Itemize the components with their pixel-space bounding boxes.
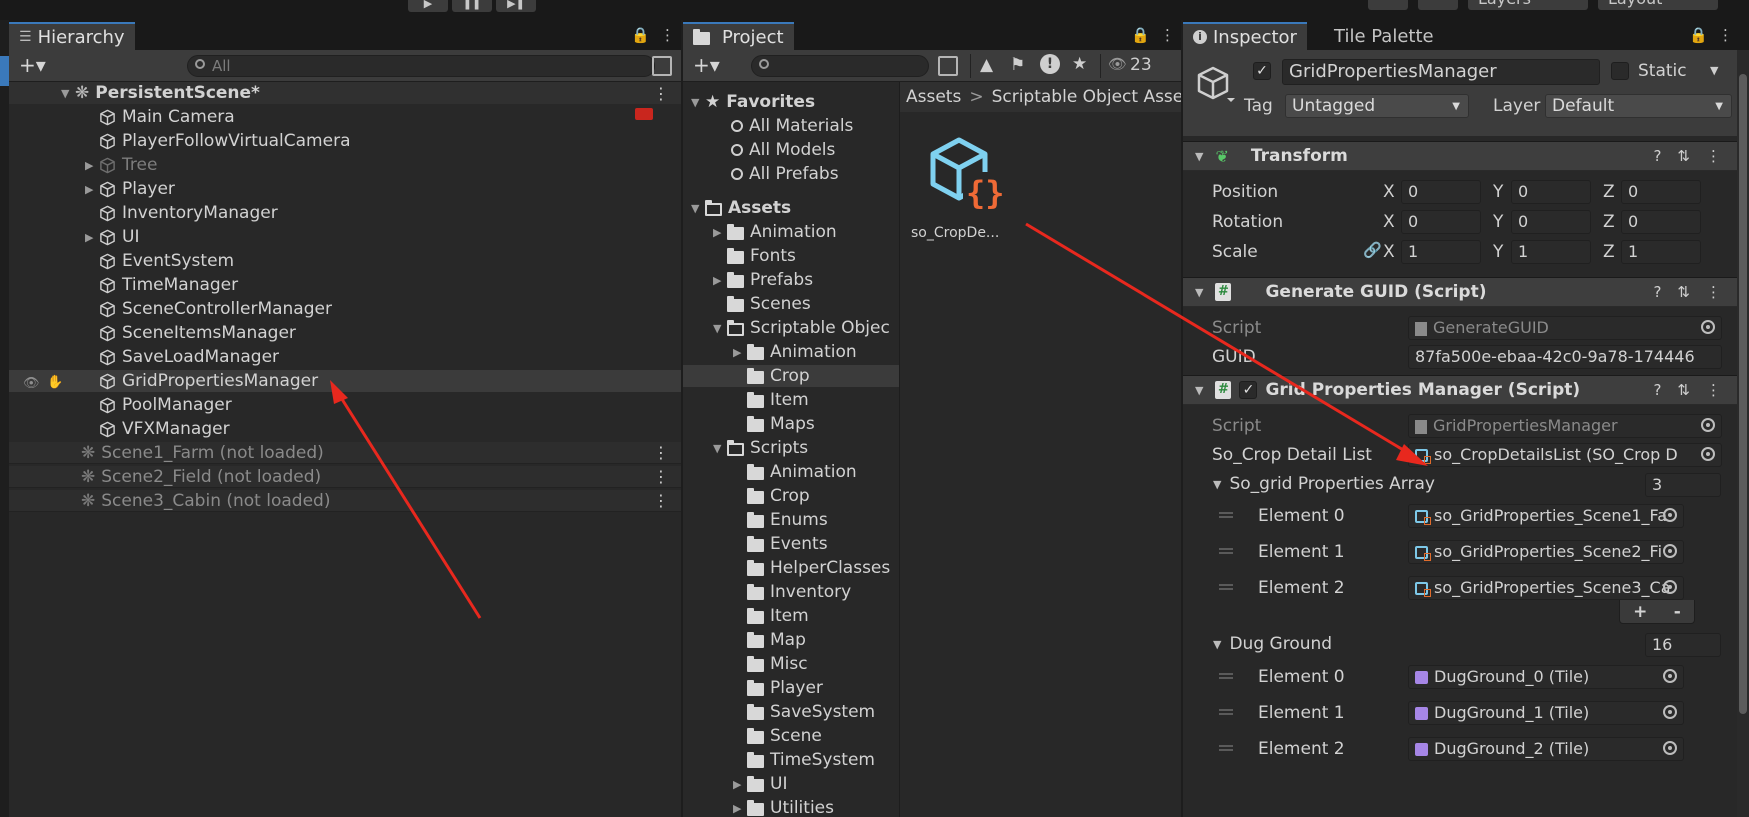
annotation-overlay [330,222,1428,619]
annotation-arrow-hierarchy [330,380,482,619]
annotation-arrow-crop [1025,222,1428,466]
